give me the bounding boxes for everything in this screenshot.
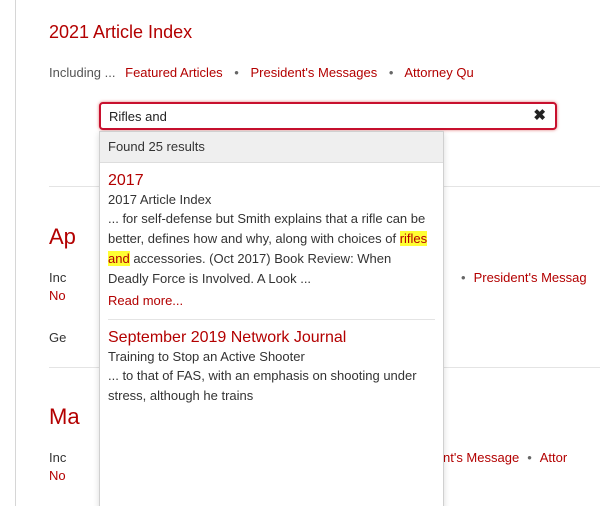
presidents-message-link[interactable]: nt's Message • Attor [443, 450, 567, 465]
page-title: 2021 Article Index [49, 22, 193, 42]
results-count: Found 25 results [100, 132, 443, 163]
snippet-text: accessories. (Oct 2017) Book Review: Whe… [108, 251, 392, 286]
bullet-separator: • [388, 65, 394, 80]
section-notes-link[interactable]: No [49, 288, 66, 303]
search-result[interactable]: September 2019 Network Journal Training … [100, 320, 443, 406]
attorney-link[interactable]: Attorney Qu [404, 65, 473, 80]
presidents-message-link[interactable]: • President's Messag [461, 270, 587, 285]
including-prefix: Including ... [49, 65, 116, 80]
section-heading[interactable]: Ap [49, 224, 76, 250]
search-results-dropdown: Found 25 results 2017 2017 Article Index… [99, 131, 444, 506]
search-input[interactable] [109, 107, 519, 125]
page-frame: 2021 Article Index Including ... Feature… [15, 0, 600, 506]
presidents-messages-link[interactable]: President's Messages [250, 65, 377, 80]
featured-articles-link[interactable]: Featured Articles [125, 65, 223, 80]
snippet-text: ... for self-defense but Smith explains … [108, 211, 426, 246]
bullet-separator: • [527, 450, 532, 465]
read-more-link[interactable]: Read more... [108, 291, 183, 311]
clear-search-icon[interactable]: ✖ [533, 106, 546, 124]
search-result[interactable]: 2017 2017 Article Index ... for self-def… [100, 163, 443, 320]
result-subtitle: 2017 Article Index [108, 192, 212, 207]
result-snippet: ... for self-defense but Smith explains … [108, 209, 435, 289]
result-snippet: ... to that of FAS, with an emphasis on … [108, 368, 417, 403]
bullet-separator: • [461, 270, 466, 285]
content-area: 2021 Article Index Including ... Feature… [33, 0, 600, 506]
including-links-row: Including ... Featured Articles • Presid… [49, 65, 474, 80]
result-title[interactable]: 2017 [108, 171, 435, 191]
presidents-message-label: nt's Message [443, 450, 520, 465]
section-including-prefix: Inc [49, 450, 67, 465]
section-heading[interactable]: Ma [49, 404, 80, 430]
section-notes-link[interactable]: No [49, 468, 66, 483]
presidents-message-label: President's Messag [473, 270, 587, 285]
bullet-separator: • [234, 65, 239, 80]
attorney-label: Attor [539, 450, 568, 465]
search-box[interactable]: ✖ [99, 102, 557, 130]
result-subtitle: Training to Stop an Active Shooter [108, 349, 305, 364]
section-including-prefix: Inc [49, 270, 67, 285]
result-title[interactable]: September 2019 Network Journal [108, 328, 435, 348]
section-get-text: Ge [49, 330, 67, 345]
